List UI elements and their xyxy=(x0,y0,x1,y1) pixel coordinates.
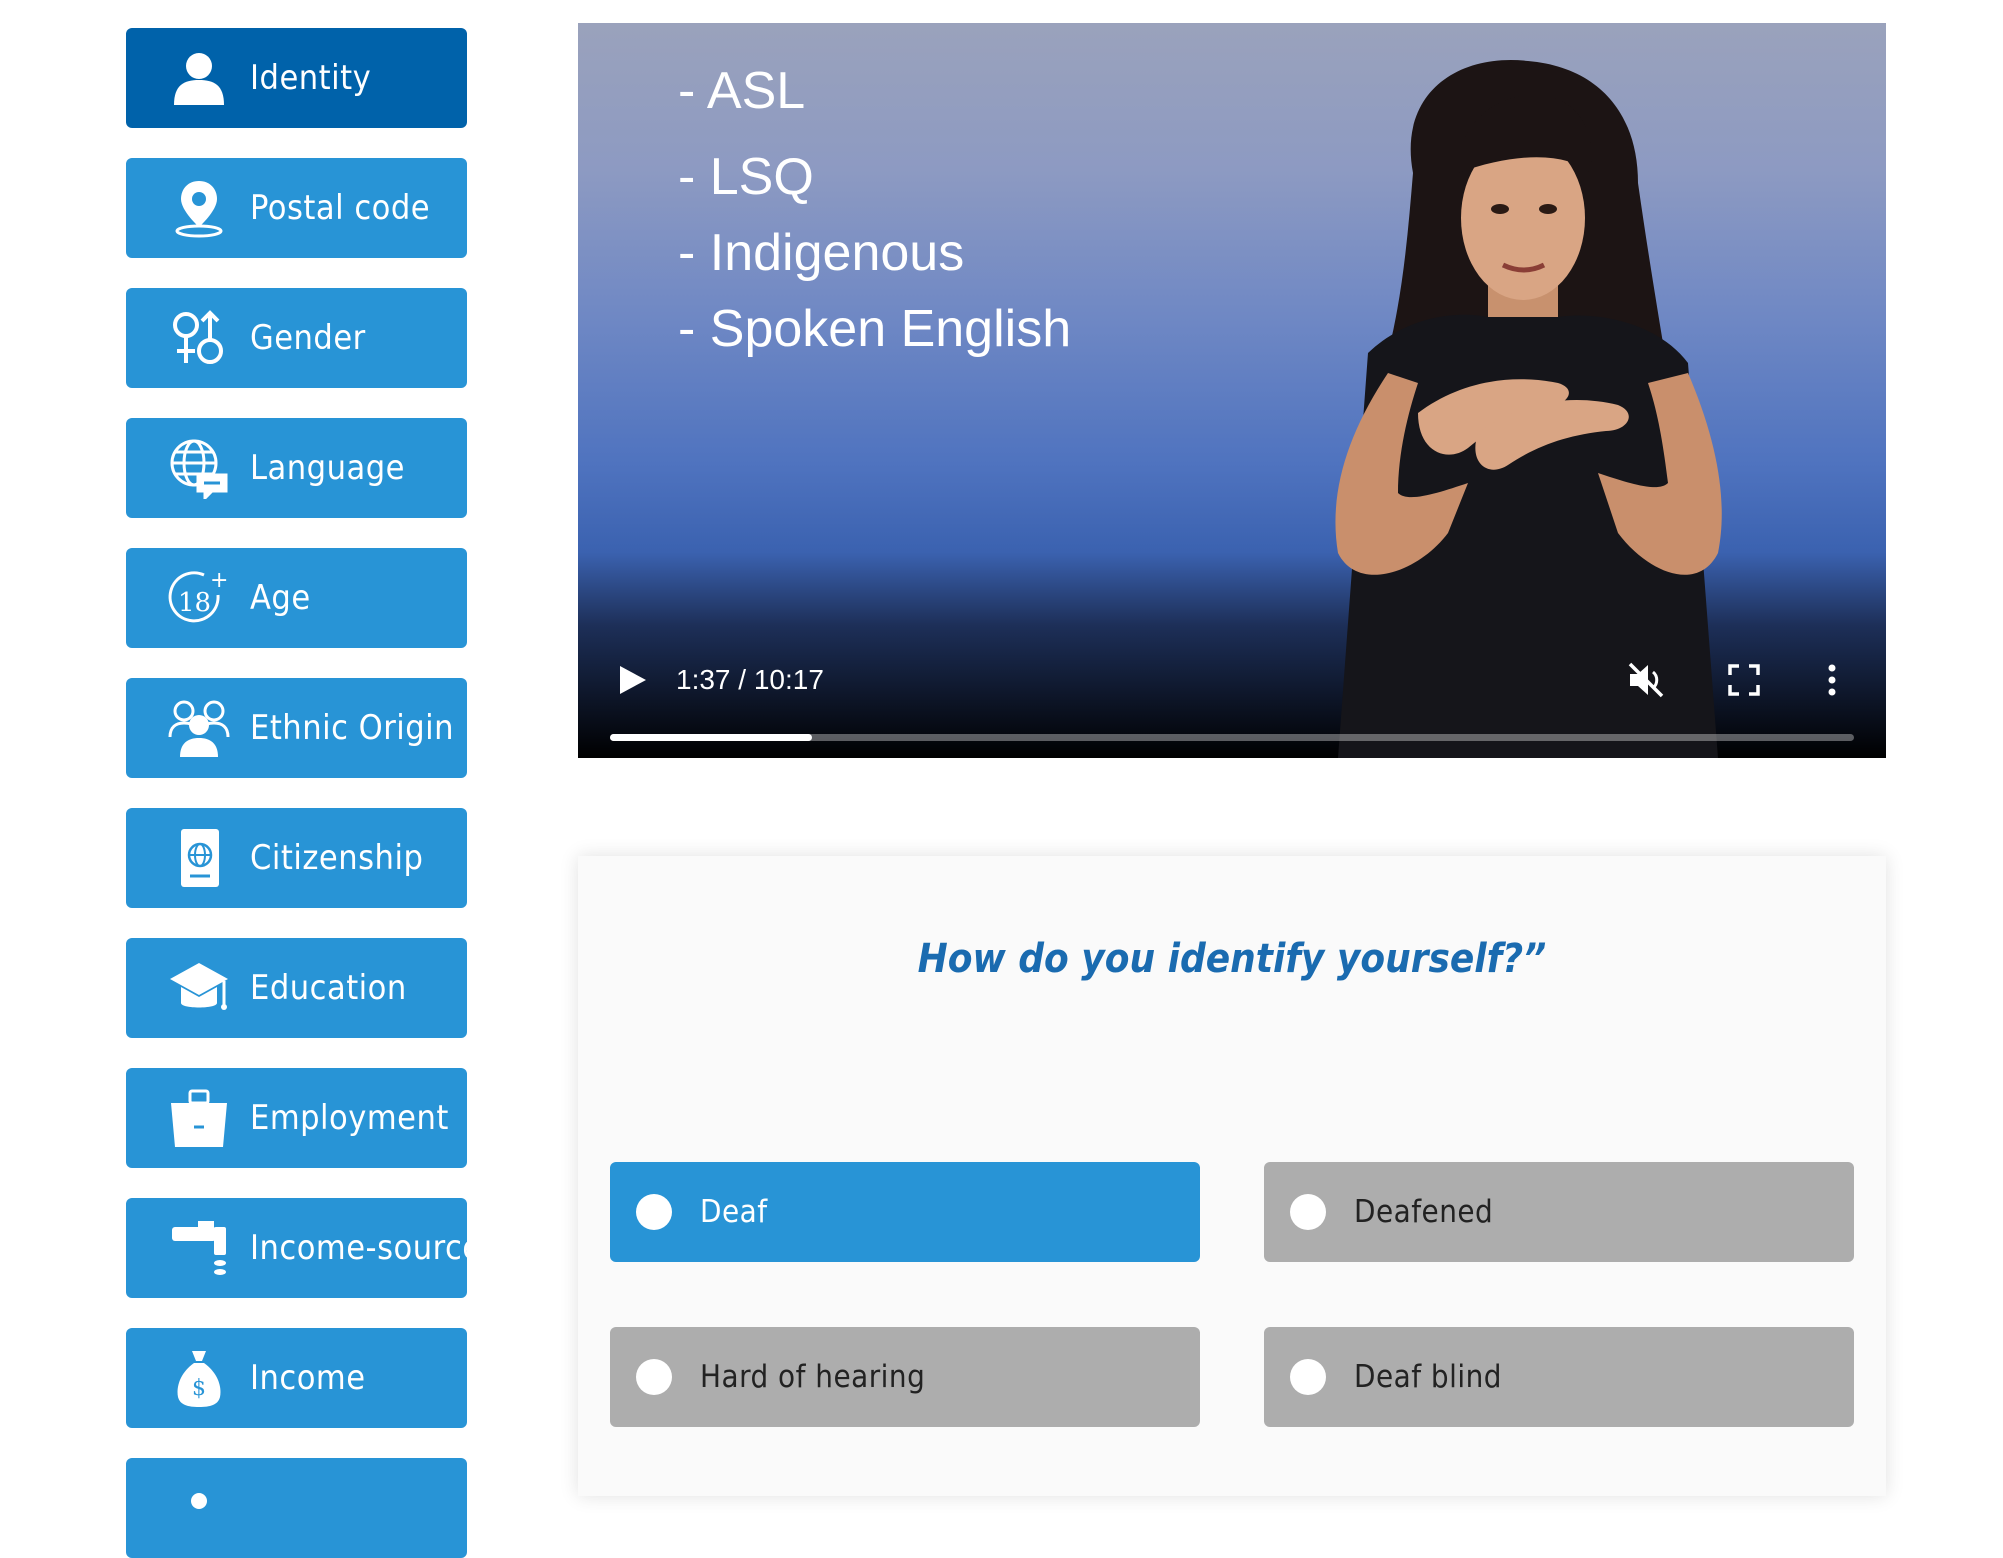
video-progress-fill xyxy=(610,734,813,741)
option-deaf[interactable]: Deaf xyxy=(610,1162,1200,1262)
sidebar-item-postal-code[interactable]: Postal code xyxy=(126,158,467,258)
age-18-plus-icon: 18 + xyxy=(168,567,230,629)
money-bag-icon: $ xyxy=(168,1347,230,1409)
location-pin-icon xyxy=(168,177,230,239)
video-time: 1:37 / 10:17 xyxy=(676,664,824,695)
option-hard-of-hearing[interactable]: Hard of hearing xyxy=(610,1327,1200,1427)
faucet-icon xyxy=(168,1217,230,1279)
fullscreen-icon[interactable] xyxy=(1726,662,1762,698)
partial-icon xyxy=(168,1477,230,1539)
sidebar-item-label: Income xyxy=(250,1358,366,1398)
video-line: - ASL xyxy=(678,62,806,120)
sidebar-item-label: Postal code xyxy=(250,188,431,228)
option-label: Deaf xyxy=(700,1194,768,1230)
sidebar-item-ethnic-origin[interactable]: Ethnic Origin xyxy=(126,678,467,778)
video-controls: 1:37 / 10:17 xyxy=(578,618,1886,758)
svg-text:$: $ xyxy=(192,1376,206,1401)
video-line: - LSQ xyxy=(678,148,814,206)
sidebar-item-income[interactable]: $ Income xyxy=(126,1328,467,1428)
option-label: Hard of hearing xyxy=(700,1359,926,1395)
passport-icon xyxy=(168,827,230,889)
svg-text:+: + xyxy=(210,568,228,593)
video-player[interactable]: - ASL - LSQ - Indigenous - Spoken Englis… xyxy=(578,23,1886,758)
sidebar-item-language[interactable]: Language xyxy=(126,418,467,518)
play-icon[interactable] xyxy=(614,660,650,700)
video-line: - Spoken English xyxy=(678,300,1072,358)
more-options-icon[interactable] xyxy=(1820,660,1844,700)
sidebar-item-identity[interactable]: Identity xyxy=(126,28,467,128)
sidebar-item-label: Citizenship xyxy=(250,838,424,878)
option-deafened[interactable]: Deafened xyxy=(1264,1162,1854,1262)
graduation-cap-icon xyxy=(168,957,230,1019)
svg-text:18: 18 xyxy=(178,588,211,618)
sidebar-item-label: Employment xyxy=(250,1098,449,1138)
sidebar-item-label: Identity xyxy=(250,58,372,98)
person-icon xyxy=(168,47,230,109)
option-deaf-blind[interactable]: Deaf blind xyxy=(1264,1327,1854,1427)
radio-button[interactable] xyxy=(636,1359,672,1395)
sidebar-item-employment[interactable]: Employment xyxy=(126,1068,467,1168)
gender-symbols-icon xyxy=(168,307,230,369)
sidebar-item-label: Age xyxy=(250,578,311,618)
sidebar-item-partial[interactable] xyxy=(126,1458,467,1558)
video-line: - Indigenous xyxy=(678,224,965,282)
option-label: Deaf blind xyxy=(1354,1359,1502,1395)
question-panel: How do you identify yourself?” Deaf Deaf… xyxy=(578,856,1886,1496)
video-progress-bar[interactable] xyxy=(610,734,1854,741)
muted-speaker-icon[interactable] xyxy=(1626,660,1666,700)
sidebar-item-label: Ethnic Origin xyxy=(250,708,455,748)
option-label: Deafened xyxy=(1354,1194,1494,1230)
sidebar-item-label: Gender xyxy=(250,318,366,358)
question-title: How do you identify yourself?” xyxy=(917,936,1547,982)
globe-speech-icon xyxy=(168,437,230,499)
radio-button[interactable] xyxy=(636,1194,672,1230)
sidebar-item-gender[interactable]: Gender xyxy=(126,288,467,388)
sidebar-item-age[interactable]: 18 + Age xyxy=(126,548,467,648)
sidebar-item-label: Language xyxy=(250,448,405,488)
radio-button[interactable] xyxy=(1290,1359,1326,1395)
sidebar-item-label: Income-source xyxy=(250,1228,482,1268)
briefcase-icon xyxy=(168,1087,230,1149)
sidebar-item-label: Education xyxy=(250,968,407,1008)
sidebar-item-citizenship[interactable]: Citizenship xyxy=(126,808,467,908)
radio-button[interactable] xyxy=(1290,1194,1326,1230)
people-group-icon xyxy=(168,697,230,759)
sidebar-item-education[interactable]: Education xyxy=(126,938,467,1038)
sidebar-item-income-source[interactable]: Income-source xyxy=(126,1198,481,1298)
